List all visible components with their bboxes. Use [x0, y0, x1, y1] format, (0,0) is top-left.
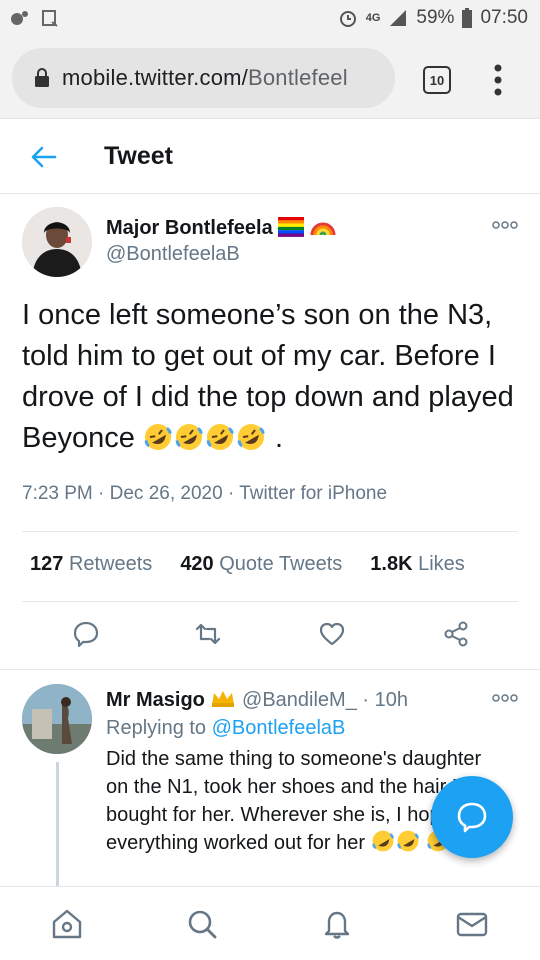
author-handle[interactable]: @BontlefeelaB — [106, 243, 240, 266]
tweet-text: I once left someone’s son on the N3, tol… — [22, 299, 514, 454]
rainbow-flag-icon — [278, 217, 305, 237]
tweet-actions — [0, 620, 540, 650]
divider — [22, 531, 518, 532]
screenshot-icon — [42, 10, 58, 27]
rofl-emoji-icon — [396, 830, 419, 852]
reply-author-avatar[interactable] — [22, 684, 92, 754]
emoji-group — [143, 422, 275, 454]
compose-reply-button[interactable] — [431, 776, 513, 858]
reply-author-name[interactable]: Mr Masigo — [106, 689, 205, 711]
share-icon[interactable] — [442, 620, 470, 648]
like-heart-icon[interactable] — [318, 620, 346, 648]
tweet-stats: 127 Retweets 420 Quote Tweets 1.8K Likes — [30, 553, 465, 576]
avatar-image — [22, 207, 92, 277]
retweet-icon[interactable] — [194, 620, 222, 648]
rofl-emoji-icon — [371, 830, 394, 852]
reply-icon[interactable] — [72, 620, 100, 648]
retweets-stat[interactable]: 127 Retweets — [30, 553, 152, 576]
browser-toolbar: mobile.twitter.com/Bontlefeel 10 — [0, 38, 540, 118]
network-type: 4G — [365, 12, 381, 24]
bottom-navigation — [0, 886, 540, 960]
reply-author-handle[interactable]: @BandileM_ — [242, 689, 357, 711]
avatar-image — [22, 684, 92, 754]
lock-icon — [35, 68, 49, 87]
battery-percent: 59% — [416, 7, 455, 28]
clock: 07:50 — [480, 7, 528, 28]
tweet-timestamp[interactable]: 7:23 PM · Dec 26, 2020 · Twitter for iPh… — [22, 483, 387, 505]
reply-header: Mr Masigo @BandileM_ · 10h — [106, 688, 408, 712]
replying-to: Replying to @BontlefeelaB — [106, 717, 346, 739]
alarm-icon — [339, 11, 356, 27]
tab-switcher-button[interactable]: 10 — [423, 66, 451, 94]
thread-line — [56, 762, 59, 888]
rofl-emoji-icon — [237, 424, 265, 450]
author-avatar[interactable] — [22, 207, 92, 277]
status-bar: 4G 59% 07:50 — [0, 0, 540, 38]
search-icon[interactable] — [185, 907, 219, 941]
signal-icon — [390, 10, 407, 26]
overflow-menu-icon[interactable] — [488, 62, 508, 98]
more-options-icon[interactable] — [492, 219, 518, 231]
page-title: Tweet — [104, 142, 173, 170]
rofl-emoji-icon — [175, 424, 203, 450]
address-bar[interactable]: mobile.twitter.com/Bontlefeel — [12, 48, 395, 108]
reply-time: · 10h — [362, 689, 408, 711]
rainbow-icon — [310, 222, 336, 236]
url-path: Bontlefeel — [247, 65, 348, 90]
crown-icon — [212, 691, 235, 707]
tweet-text-end: . — [274, 422, 284, 454]
back-arrow-icon[interactable] — [30, 143, 58, 171]
likes-stat[interactable]: 1.8K Likes — [370, 553, 465, 576]
url-domain: mobile.twitter.com/ — [62, 65, 248, 90]
quote-tweets-stat[interactable]: 420 Quote Tweets — [180, 553, 342, 576]
notifications-bell-icon[interactable] — [320, 907, 354, 941]
messages-envelope-icon[interactable] — [455, 907, 489, 941]
divider — [22, 601, 518, 602]
reply-bubble-icon — [457, 802, 487, 833]
more-options-icon[interactable] — [492, 692, 518, 704]
notification-icon — [11, 11, 28, 25]
rofl-emoji-icon — [144, 424, 172, 450]
tweet-header: Tweet — [0, 118, 540, 194]
home-icon[interactable] — [50, 907, 84, 941]
url-text[interactable]: mobile.twitter.com/Bontlefeel — [62, 65, 348, 91]
author-name[interactable]: Major Bontlefeela — [106, 215, 336, 240]
rofl-emoji-icon — [206, 424, 234, 450]
replying-to-mention[interactable]: @BontlefeelaB — [212, 717, 346, 739]
battery-icon — [462, 8, 473, 28]
